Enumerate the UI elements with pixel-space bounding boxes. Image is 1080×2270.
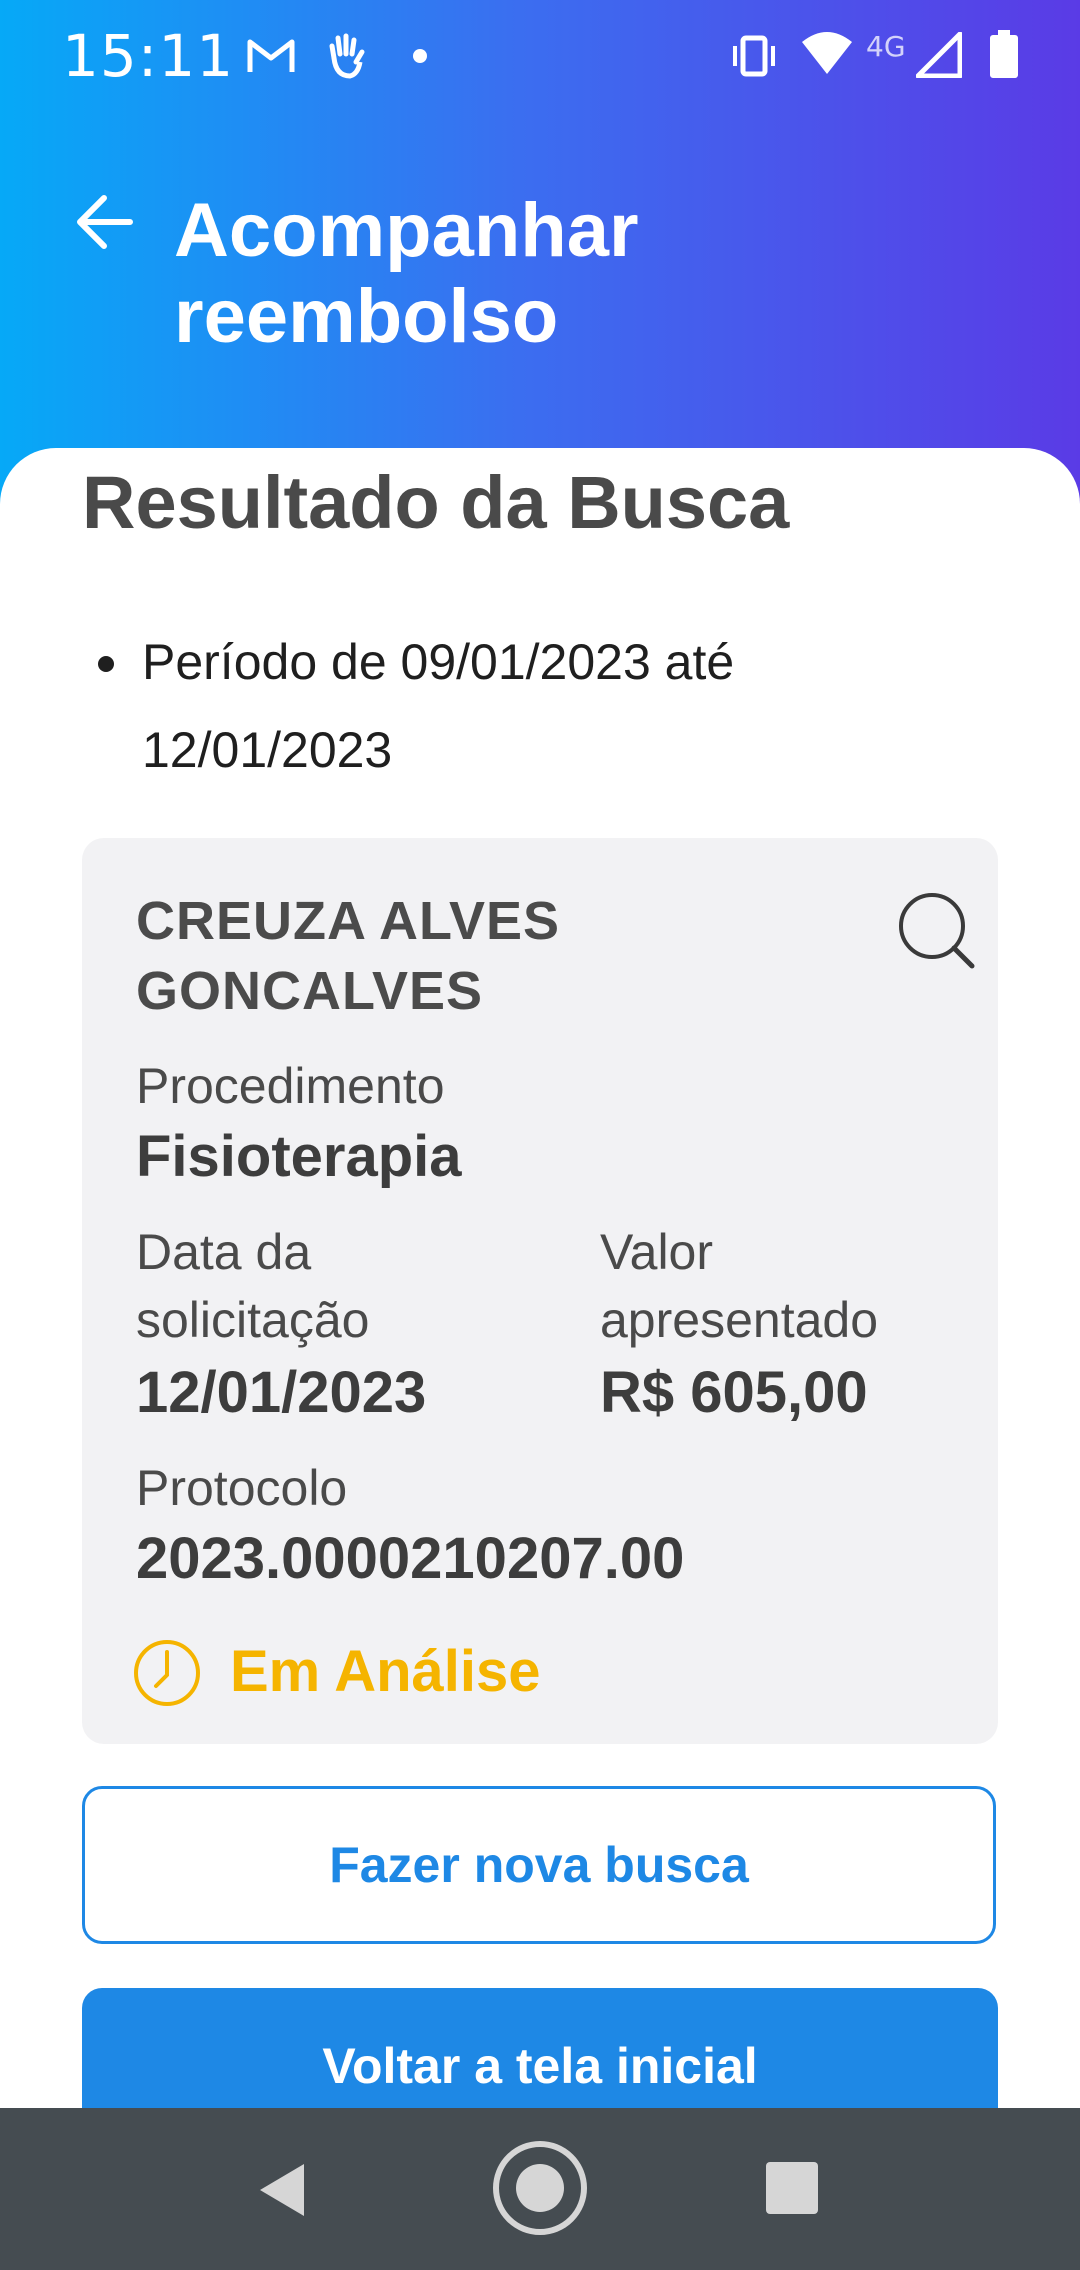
period-text: Período de 09/01/2023 até 12/01/2023 — [142, 634, 735, 778]
network-type-label: 4G — [866, 30, 906, 63]
back-arrow-icon[interactable] — [72, 190, 136, 254]
section-title: Resultado da Busca — [82, 461, 790, 544]
procedure-value: Fisioterapia — [136, 1124, 462, 1189]
status-bar: 15:11 4G — [0, 0, 1080, 112]
vibrate-icon — [733, 35, 775, 77]
gmail-icon — [247, 39, 295, 72]
new-search-button[interactable]: Fazer nova busca — [82, 1786, 996, 1944]
nav-recents-icon[interactable] — [766, 2162, 818, 2214]
header: 15:11 4G Acompanhar reembolso — [0, 0, 1080, 520]
page-title: Acompanhar reembolso — [174, 188, 639, 359]
amount-label: Valor apresentado — [600, 1224, 879, 1348]
procedure-label: Procedimento — [136, 1058, 445, 1114]
clock-icon — [134, 1640, 200, 1706]
protocol-value: 2023.0000210207.00 — [136, 1526, 685, 1591]
notification-dot — [413, 49, 427, 63]
signal-icon — [916, 32, 962, 78]
request-date-label: Data da solicitação — [136, 1224, 370, 1348]
request-date-value: 12/01/2023 — [136, 1360, 427, 1425]
battery-icon — [990, 30, 1018, 78]
status-time: 15:11 — [62, 22, 235, 90]
status-badge: Em Análise — [230, 1639, 541, 1704]
nav-home-icon[interactable] — [490, 2138, 590, 2238]
amount-value: R$ 605,00 — [600, 1360, 868, 1425]
protocol-label: Protocolo — [136, 1460, 348, 1516]
search-icon[interactable] — [896, 890, 978, 972]
beneficiary-name: CREUZA ALVES GONCALVES — [136, 891, 561, 1021]
wifi-icon — [802, 32, 852, 74]
nav-back-icon[interactable] — [256, 2160, 308, 2220]
bullet-dot — [98, 656, 114, 672]
hand-icon — [329, 33, 365, 79]
